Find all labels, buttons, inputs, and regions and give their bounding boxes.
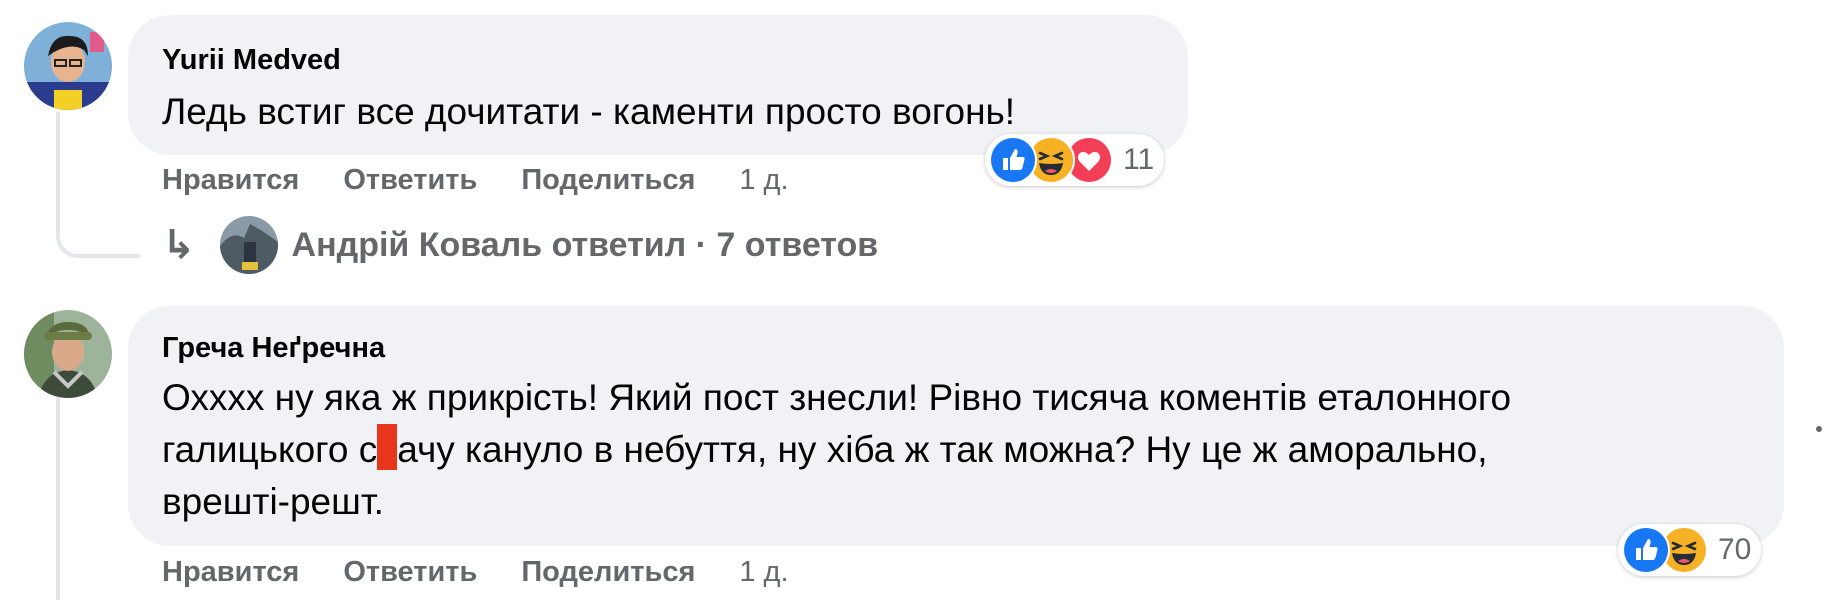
like-button[interactable]: Нравится <box>162 556 299 589</box>
comment-text-line-2-start: галицького с <box>162 429 378 470</box>
comment-actions: Нравится Ответить Поделиться 1 д. <box>162 556 789 589</box>
share-button[interactable]: Поделиться <box>521 164 695 197</box>
comment-timestamp[interactable]: 1 д. <box>739 164 788 197</box>
reaction-count: 70 <box>1718 533 1752 566</box>
reply-button[interactable]: Ответить <box>343 556 477 589</box>
share-button[interactable]: Поделиться <box>521 556 695 589</box>
thread-connector-line <box>56 112 140 258</box>
comment-text-line-2-end: ачу кануло в небуття, ну хіба ж так можн… <box>397 429 1488 470</box>
reply-button[interactable]: Ответить <box>343 164 477 197</box>
comment-text-line-2: галицького с ачу кануло в небуття, ну хіб… <box>162 424 1762 476</box>
replies-summary: Андрій Коваль ответил · 7 ответов <box>291 225 879 264</box>
like-icon <box>1622 526 1670 574</box>
censor-block <box>377 424 398 470</box>
reaction-count: 11 <box>1123 143 1155 176</box>
like-button[interactable]: Нравится <box>162 164 299 197</box>
comment-text-line-3: врешті-решт. <box>162 481 384 522</box>
avatar-grecha-negrechna[interactable] <box>24 310 112 398</box>
comment-text: Ледь встиг все дочитати - каменти просто… <box>162 91 1016 132</box>
avatar-yurii-medved[interactable] <box>24 22 112 110</box>
comment-author[interactable]: Греча Неґречна <box>162 332 385 365</box>
comment-timestamp[interactable]: 1 д. <box>739 556 788 589</box>
reaction-summary[interactable]: 70 <box>1618 524 1762 576</box>
reaction-summary[interactable]: 11 <box>985 134 1165 186</box>
more-options-icon[interactable] <box>1816 426 1822 432</box>
view-replies-link[interactable]: ↳ Андрій Коваль ответил · 7 ответов <box>162 216 878 274</box>
comment-actions: Нравится Ответить Поделиться 1 д. <box>162 164 789 197</box>
like-icon <box>989 136 1037 184</box>
comment-text-line-1: Охххх ну яка ж прикрість! Який пост знес… <box>162 377 1512 418</box>
avatar-andrii-koval <box>219 216 278 274</box>
reply-arrow-icon: ↳ <box>162 223 196 267</box>
comment-author[interactable]: Yurii Medved <box>162 44 341 77</box>
thread-connector-line-2 <box>56 392 60 600</box>
comment-text: Охххх ну яка ж прикрість! Який пост знес… <box>162 372 1762 528</box>
